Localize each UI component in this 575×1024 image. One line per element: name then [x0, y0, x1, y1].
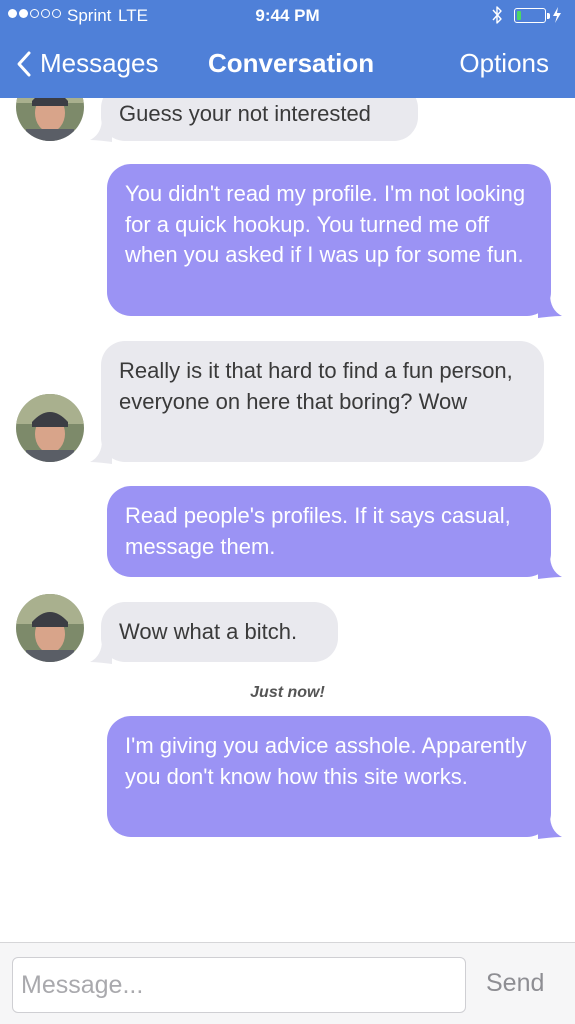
message-timestamp: Just now! — [250, 684, 325, 701]
contact-photo-icon — [16, 98, 84, 141]
bluetooth-icon — [492, 6, 502, 24]
outgoing-message-bubble[interactable]: Read people's profiles. If it says casua… — [107, 486, 551, 577]
message-input[interactable] — [12, 957, 466, 1013]
options-button[interactable]: Options — [459, 48, 549, 79]
back-button[interactable]: Messages — [16, 48, 159, 79]
bubble-tail — [90, 440, 112, 464]
message-thread[interactable]: Guess your not interested You didn't rea… — [0, 98, 575, 942]
outgoing-message-bubble[interactable]: I'm giving you advice asshole. Apparentl… — [107, 716, 551, 837]
incoming-message-bubble[interactable]: Guess your not interested — [101, 98, 418, 141]
message-text: Read people's profiles. If it says casua… — [125, 503, 511, 559]
chevron-left-icon — [17, 51, 31, 76]
send-button[interactable]: Send — [486, 969, 544, 998]
contact-photo-icon — [16, 594, 84, 662]
contact-avatar[interactable] — [16, 98, 84, 141]
page-title: Conversation — [208, 48, 375, 78]
battery-icon — [514, 8, 546, 23]
incoming-message-bubble[interactable]: Wow what a bitch. — [101, 602, 338, 662]
bubble-tail — [538, 294, 562, 318]
status-time: 9:44 PM — [255, 6, 320, 25]
charging-bolt-icon — [553, 7, 561, 23]
status-bar: Sprint LTE 9:44 PM — [0, 0, 575, 34]
app-header: Sprint LTE 9:44 PM Messages Conversation… — [0, 0, 575, 98]
bubble-tail — [538, 555, 562, 579]
message-text: Wow what a bitch. — [119, 619, 298, 644]
message-text: I'm giving you advice asshole. Apparentl… — [125, 733, 527, 789]
contact-avatar[interactable] — [16, 594, 84, 662]
message-composer: Send — [0, 942, 575, 1024]
message-text: Really is it that hard to find a fun per… — [119, 358, 513, 414]
battery-tip — [547, 13, 550, 19]
navigation-bar: Messages Conversation Options — [0, 34, 575, 98]
message-text: You didn't read my profile. I'm not look… — [125, 181, 526, 267]
bubble-tail — [90, 640, 112, 664]
battery-level-fill — [517, 11, 521, 20]
message-text: Guess your not interested — [119, 101, 371, 126]
bubble-tail — [538, 815, 562, 839]
incoming-message-bubble[interactable]: Really is it that hard to find a fun per… — [101, 341, 544, 462]
outgoing-message-bubble[interactable]: You didn't read my profile. I'm not look… — [107, 164, 551, 316]
bubble-tail — [90, 118, 112, 142]
contact-avatar[interactable] — [16, 394, 84, 462]
back-button-label: Messages — [40, 48, 159, 78]
contact-photo-icon — [16, 394, 84, 462]
